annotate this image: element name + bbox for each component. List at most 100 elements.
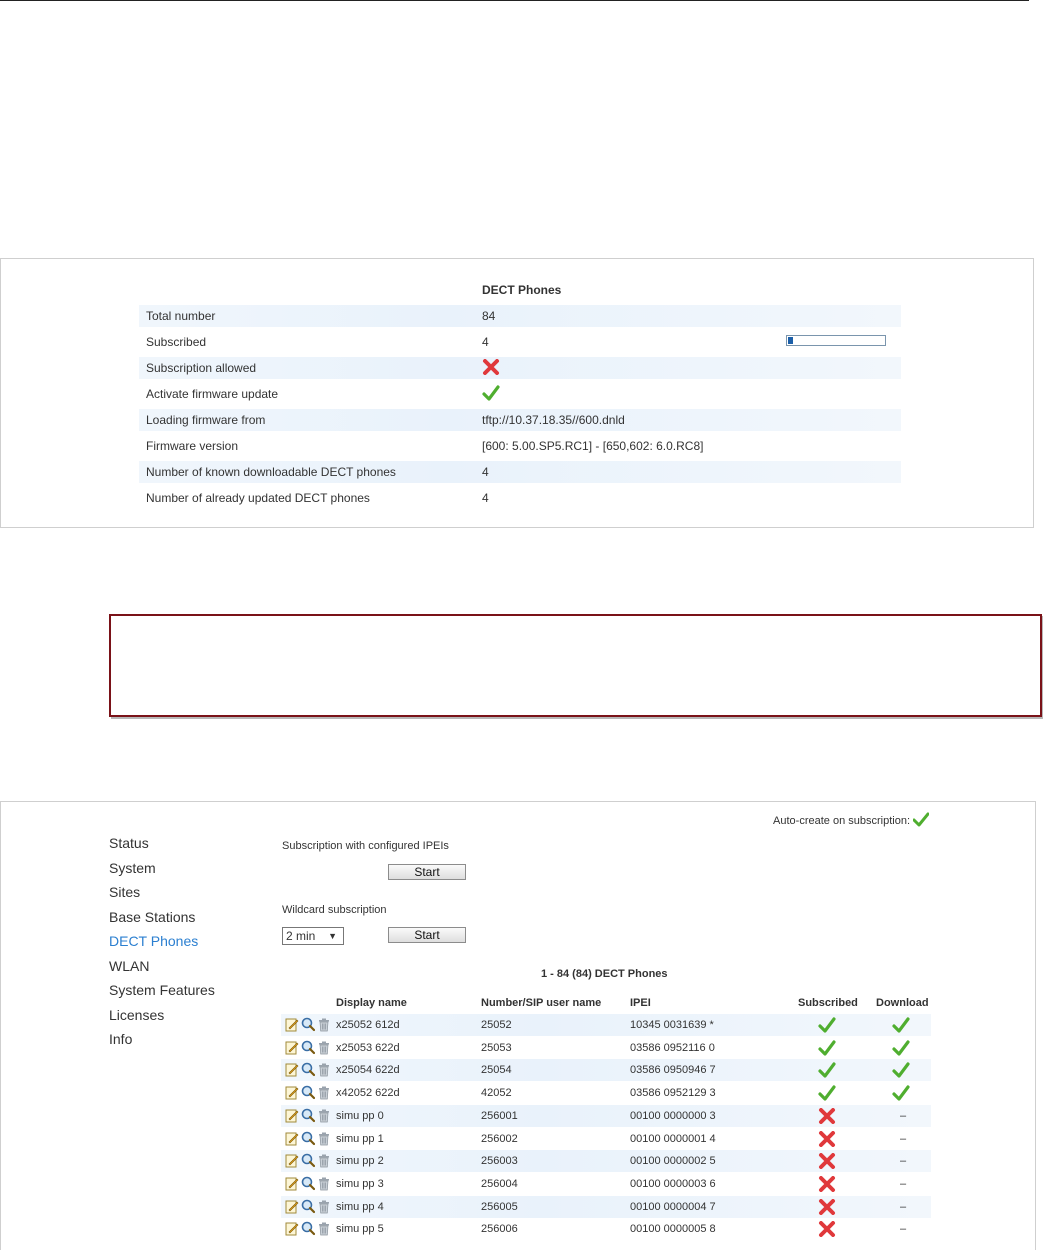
panel-heading: DECT Phones	[482, 283, 562, 297]
magnifier-icon[interactable]	[301, 1221, 315, 1244]
download-cell: –	[900, 1177, 907, 1190]
ipei-cell: 00100 0000003 6	[630, 1177, 716, 1190]
summary-row-label: Subscribed	[146, 335, 207, 349]
chevron-down-icon: ▼	[328, 931, 337, 941]
subscribed-progress-bar	[786, 335, 886, 346]
note-callout-box	[109, 614, 1042, 717]
red-cross-icon	[818, 1221, 836, 1245]
table-row: simu pp 4 256005 00100 0000004 7 –	[281, 1195, 931, 1218]
number-cell: 256005	[481, 1200, 518, 1213]
summary-row-value: 4	[482, 335, 489, 349]
summary-row: Subscription allowed	[139, 357, 901, 379]
summary-row-value: 84	[482, 309, 496, 323]
dect-summary-panel: DECT Phones Total number 84 Subscribed 4 Sub…	[0, 258, 1034, 528]
table-row: simu pp 2 256003 00100 0000002 5 –	[281, 1150, 931, 1173]
ipei-cell: 10345 0031639 *	[630, 1019, 714, 1031]
number-cell: 256002	[481, 1132, 518, 1145]
number-cell: 25054	[481, 1064, 512, 1077]
summary-row-label: Activate firmware update	[146, 387, 279, 401]
table-row: x42052 622d 42052 03586 0952129 3	[281, 1082, 931, 1104]
nav-item-wlan[interactable]: WLAN	[109, 957, 215, 982]
number-cell: 256001	[481, 1109, 518, 1122]
top-rule	[0, 0, 1029, 1]
header-download: Download	[876, 997, 929, 1009]
header-subscribed: Subscribed	[798, 997, 858, 1009]
configured-subscription-label: Subscription with configured IPEIs	[282, 840, 449, 852]
nav-item-info[interactable]: Info	[109, 1030, 215, 1055]
summary-row-label: Loading firmware from	[146, 413, 266, 427]
summary-row: Total number 84	[139, 305, 901, 327]
ipei-cell: 00100 0000001 4	[630, 1132, 716, 1145]
table-row: simu pp 3 256004 00100 0000003 6 –	[281, 1173, 931, 1195]
display-name-cell: simu pp 1	[336, 1132, 384, 1145]
number-cell: 256004	[481, 1177, 518, 1190]
summary-row-value: tftp://10.37.18.35//600.dnld	[482, 413, 625, 427]
number-cell: 256006	[481, 1223, 518, 1236]
nav-item-system[interactable]: System	[109, 859, 215, 884]
sidebar-nav: Status System Sites Base Stations DECT Phone…	[109, 834, 215, 1055]
display-name-cell: simu pp 4	[336, 1200, 384, 1213]
summary-row-value: 4	[482, 465, 489, 479]
green-check-icon	[912, 812, 930, 830]
ipei-cell: 00100 0000005 8	[630, 1223, 716, 1236]
display-name-cell: simu pp 5	[336, 1223, 384, 1236]
summary-row-label: Total number	[146, 309, 216, 323]
summary-row-value: 4	[482, 491, 489, 505]
display-name-cell: simu pp 3	[336, 1177, 384, 1190]
red-cross-icon	[482, 359, 500, 382]
wildcard-duration-value: 2 min	[286, 929, 316, 943]
table-row: x25054 622d 25054 03586 0950946 7	[281, 1059, 931, 1082]
trash-icon[interactable]	[317, 1221, 331, 1244]
table-row: simu pp 1 256002 00100 0000001 4 –	[281, 1128, 931, 1150]
nav-item-base-stations[interactable]: Base Stations	[109, 908, 215, 933]
nav-item-status[interactable]: Status	[109, 834, 215, 859]
summary-row: Number of already updated DECT phones 4	[139, 487, 901, 509]
number-cell: 42052	[481, 1087, 512, 1100]
summary-row: Number of known downloadable DECT phones…	[139, 461, 901, 483]
display-name-cell: x25052 612d	[336, 1019, 400, 1031]
display-name-cell: x25054 622d	[336, 1064, 400, 1077]
ipei-cell: 00100 0000000 3	[630, 1109, 716, 1122]
auto-create-label: Auto-create on subscription:	[773, 815, 910, 827]
edit-icon[interactable]	[285, 1221, 299, 1244]
ipei-cell: 03586 0952129 3	[630, 1087, 716, 1100]
start-configured-subscription-button[interactable]: Start	[388, 864, 466, 880]
summary-row-label: Firmware version	[146, 439, 239, 453]
number-cell: 25052	[481, 1019, 512, 1031]
nav-item-sites[interactable]: Sites	[109, 883, 215, 908]
download-cell: –	[900, 1223, 907, 1236]
header-display-name: Display name	[336, 997, 407, 1009]
table-row: x25052 612d 25052 10345 0031639 *	[281, 1014, 931, 1036]
number-cell: 25053	[481, 1041, 512, 1054]
display-name-cell: simu pp 2	[336, 1155, 384, 1168]
download-cell: –	[900, 1132, 907, 1145]
ipei-cell: 03586 0952116 0	[630, 1041, 715, 1054]
nav-item-system-features[interactable]: System Features	[109, 981, 215, 1006]
nav-item-dect-phones[interactable]: DECT Phones	[109, 932, 215, 957]
summary-row: Loading firmware from tftp://10.37.18.35/…	[139, 409, 901, 431]
summary-row-label: Number of already updated DECT phones	[146, 491, 370, 505]
auto-create-status: Auto-create on subscription:	[773, 812, 930, 830]
download-cell: –	[900, 1109, 907, 1122]
download-cell: –	[900, 1155, 907, 1168]
summary-row-label: Number of known downloadable DECT phones	[146, 465, 396, 479]
table-row: simu pp 0 256001 00100 0000000 3 –	[281, 1104, 931, 1127]
display-name-cell: x25053 622d	[336, 1041, 400, 1054]
summary-row-value: [600: 5.00.SP5.RC1] - [650,602: 6.0.RC8]	[482, 439, 704, 453]
start-wildcard-subscription-button[interactable]: Start	[388, 927, 466, 943]
ipei-cell: 00100 0000004 7	[630, 1200, 716, 1213]
row-actions	[285, 1221, 331, 1244]
summary-row: Activate firmware update	[139, 383, 901, 405]
phones-table-title: 1 - 84 (84) DECT Phones	[541, 968, 668, 980]
table-row: x25053 622d 25053 03586 0952116 0	[281, 1037, 931, 1059]
summary-row-label: Subscription allowed	[146, 361, 257, 375]
download-cell: –	[900, 1200, 907, 1213]
wildcard-duration-select[interactable]: 2 min ▼	[282, 927, 344, 945]
wildcard-subscription-label: Wildcard subscription	[282, 904, 387, 916]
nav-item-licenses[interactable]: Licenses	[109, 1006, 215, 1031]
display-name-cell: x42052 622d	[336, 1087, 400, 1100]
display-name-cell: simu pp 0	[336, 1109, 384, 1122]
header-number: Number/SIP user name	[481, 997, 602, 1009]
progress-fill	[788, 337, 793, 344]
header-ipei: IPEI	[630, 997, 651, 1009]
